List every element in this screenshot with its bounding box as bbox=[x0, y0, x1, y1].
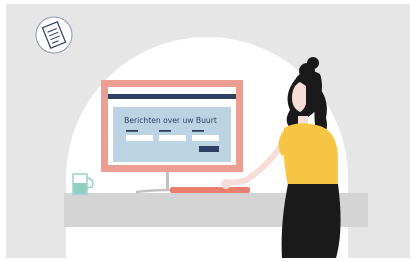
woman-shirt bbox=[283, 123, 338, 186]
monitor-neck bbox=[166, 172, 169, 189]
form-label-line-1 bbox=[126, 130, 138, 132]
form-field-3 bbox=[192, 135, 219, 141]
screen-headline: Berichten over uw Buurt bbox=[124, 116, 217, 125]
woman-hand bbox=[221, 179, 231, 189]
form-label-line-3 bbox=[192, 130, 204, 132]
screen-header-bar bbox=[108, 94, 236, 99]
keyboard bbox=[170, 187, 250, 193]
form-submit-button bbox=[199, 146, 219, 152]
form-field-2 bbox=[159, 135, 186, 141]
form-label-line-2 bbox=[159, 130, 171, 132]
woman-pants bbox=[281, 184, 341, 258]
document-icon bbox=[35, 16, 73, 54]
illustration-canvas bbox=[35, 16, 368, 258]
form-field-1 bbox=[126, 135, 153, 141]
illustration-scene: Berichten over uw Buurt bbox=[0, 0, 416, 262]
